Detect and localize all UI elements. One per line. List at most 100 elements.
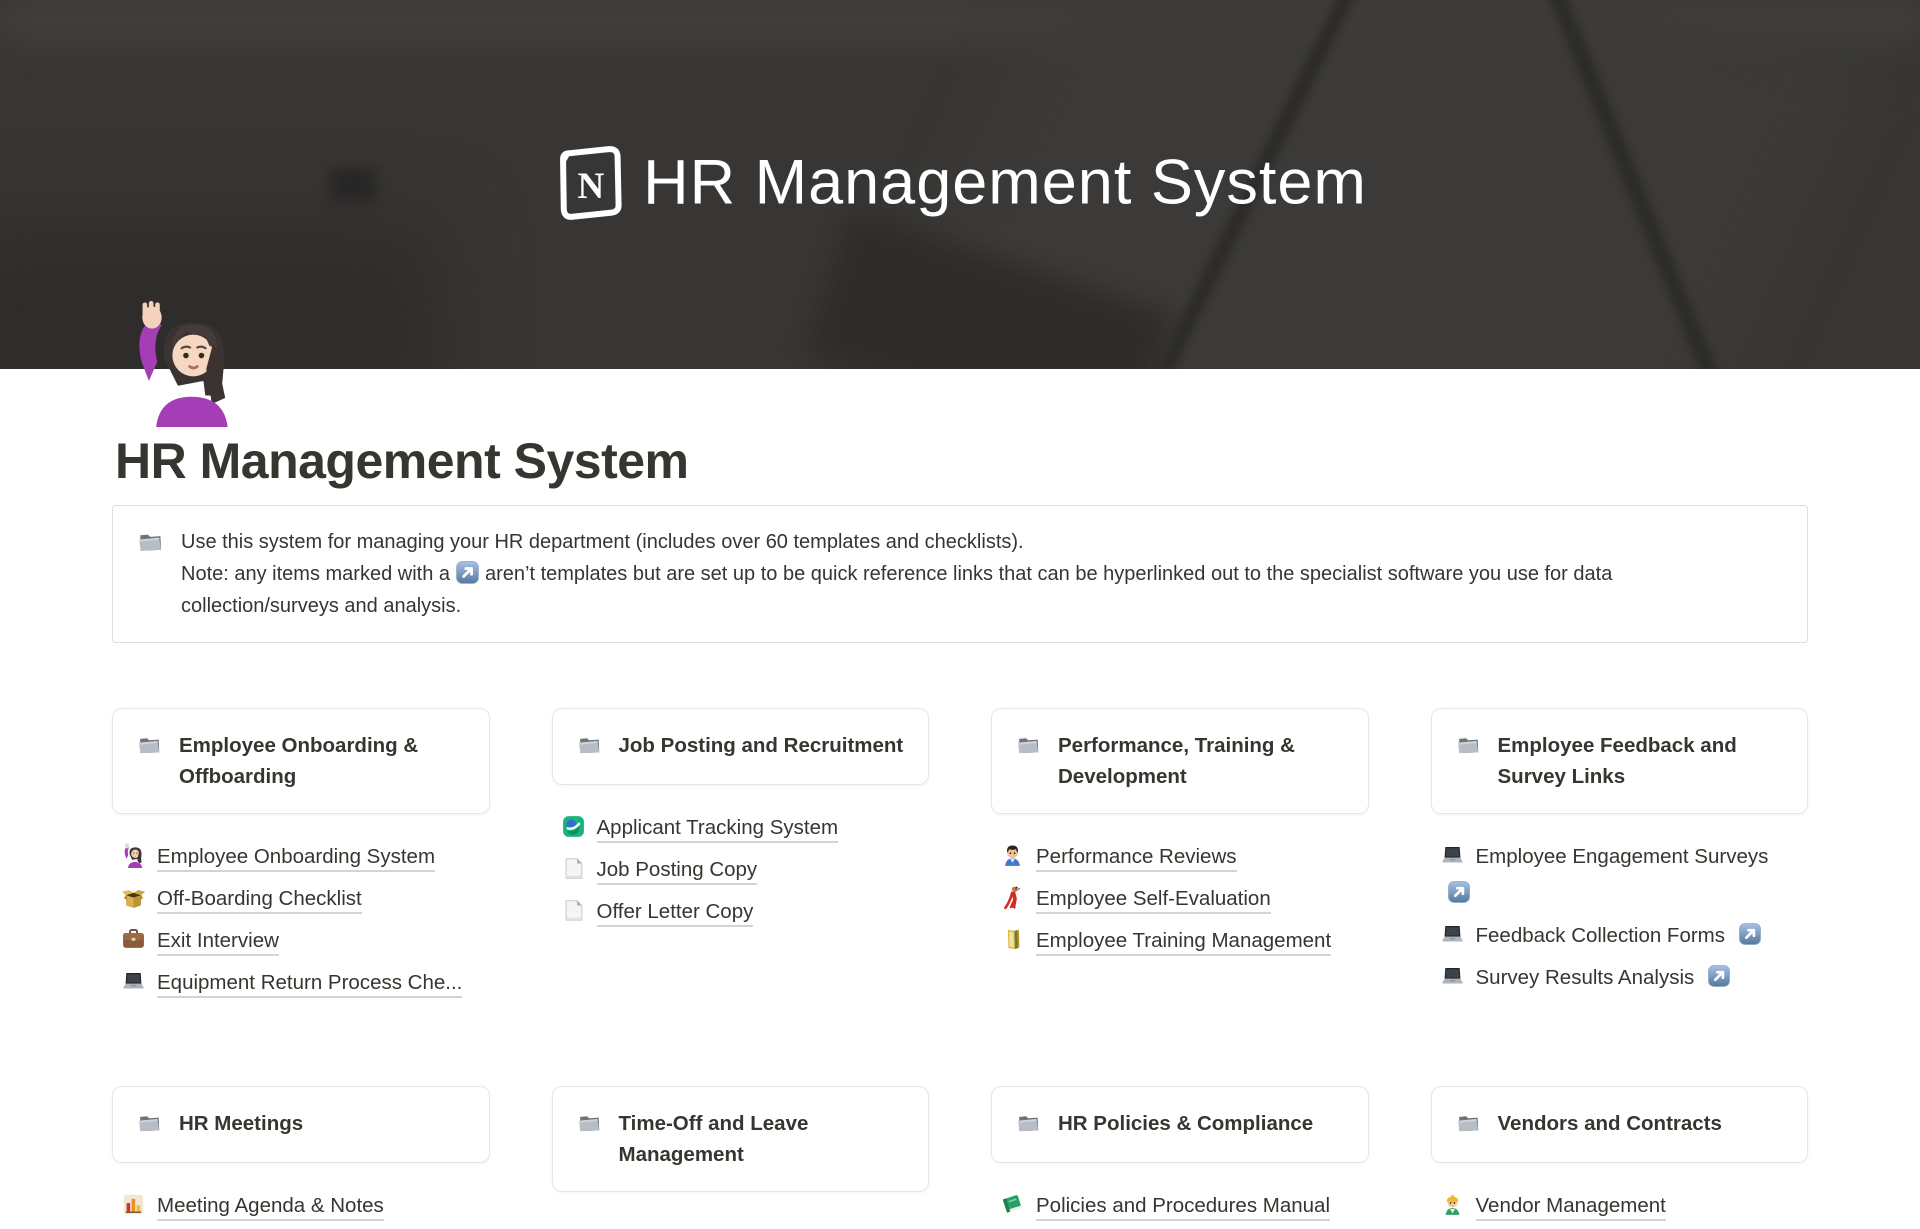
section-links: Meeting Agenda & Notes — [112, 1187, 490, 1224]
folder-icon — [137, 526, 164, 622]
page-link-label: Off-Boarding Checklist — [157, 887, 362, 914]
sections-grid: Employee Onboarding & Offboarding Employ… — [112, 708, 1808, 1229]
briefcase-icon — [121, 929, 157, 952]
cover-photo-detail — [330, 168, 376, 202]
section-column: Time-Off and Leave Management — [552, 1086, 930, 1229]
page-link[interactable]: Employee Training Management — [1000, 922, 1369, 959]
cover-title-row: N HR Management System — [553, 142, 1367, 222]
section-header-card: Employee Onboarding & Offboarding — [112, 708, 490, 814]
page-link-label: Vendor Management — [1476, 1194, 1666, 1221]
folder-icon — [577, 1108, 602, 1141]
page-link[interactable]: Employee Self-Evaluation — [1000, 880, 1369, 917]
svg-text:N: N — [577, 166, 604, 207]
folder-icon — [1456, 1108, 1481, 1141]
section-title: Vendors and Contracts — [1498, 1108, 1722, 1139]
page-link[interactable]: Vendor Management — [1440, 1187, 1809, 1224]
page-link-label: Offer Letter Copy — [597, 900, 754, 927]
section-header-card: Job Posting and Recruitment — [552, 708, 930, 785]
section-title: Time-Off and Leave Management — [619, 1108, 905, 1170]
section-column: Employee Feedback and Survey Links Emplo… — [1431, 708, 1809, 1006]
section-column: Vendors and Contracts Vendor Management — [1431, 1086, 1809, 1229]
laptop-icon — [1440, 966, 1476, 989]
arrow-up-right-icon — [1440, 882, 1471, 905]
section-header-card: HR Meetings — [112, 1086, 490, 1163]
page-link[interactable]: Job Posting Copy — [561, 851, 930, 888]
construction-worker-icon — [1440, 1194, 1476, 1217]
section-header-card: Vendors and Contracts — [1431, 1086, 1809, 1163]
page-title: HR Management System — [115, 431, 1808, 491]
page-link[interactable]: Applicant Tracking System — [561, 809, 930, 846]
page-link[interactable]: Off-Boarding Checklist — [121, 880, 490, 917]
open-box-icon — [121, 887, 157, 910]
page-link-label: Employee Engagement Surveys — [1476, 845, 1769, 868]
section-column: Job Posting and Recruitment Applicant Tr… — [552, 708, 930, 1006]
arrow-up-right-icon — [450, 563, 485, 585]
page-link[interactable]: Employee Onboarding System — [121, 838, 490, 875]
section-links: Employee Onboarding System Off-Boarding … — [112, 838, 490, 1001]
section-header-card: Performance, Training & Development — [991, 708, 1369, 814]
page-link[interactable]: Offer Letter Copy — [561, 893, 930, 930]
dancer-icon — [1000, 887, 1036, 910]
page-link[interactable]: Policies and Procedures Manual — [1000, 1187, 1369, 1224]
page-link-label: Policies and Procedures Manual — [1036, 1194, 1330, 1221]
section-column: HR Policies & Compliance Policies and Pr… — [991, 1086, 1369, 1229]
section-title: Job Posting and Recruitment — [619, 730, 904, 761]
page-link-label: Job Posting Copy — [597, 858, 758, 885]
woman-raising-hand-icon — [121, 845, 157, 868]
section-header-card: Employee Feedback and Survey Links — [1431, 708, 1809, 814]
cover-image: N HR Management System — [0, 0, 1920, 369]
page-link[interactable]: Meeting Agenda & Notes — [121, 1187, 490, 1224]
arrow-up-right-icon — [1731, 924, 1762, 947]
page-link[interactable]: Exit Interview — [121, 922, 490, 959]
page-link[interactable]: Feedback Collection Forms — [1440, 917, 1809, 954]
training-book-icon — [1000, 929, 1036, 952]
page-content: HR Management System Use this system for… — [112, 369, 1808, 1229]
page-link-label: Survey Results Analysis — [1476, 966, 1695, 989]
section-column: Performance, Training & Development Perf… — [991, 708, 1369, 1006]
folder-icon — [1016, 730, 1041, 763]
page-link[interactable]: Equipment Return Process Che... — [121, 964, 490, 1001]
page-icon — [561, 900, 597, 923]
section-title: HR Meetings — [179, 1108, 303, 1139]
page-link-label: Employee Training Management — [1036, 929, 1331, 956]
green-book-icon — [1000, 1194, 1036, 1217]
callout-note-before: Note: any items marked with a — [181, 563, 450, 585]
folder-icon — [577, 730, 602, 763]
section-column: Employee Onboarding & Offboarding Employ… — [112, 708, 490, 1006]
page-link-label: Employee Onboarding System — [157, 845, 435, 872]
section-header-card: Time-Off and Leave Management — [552, 1086, 930, 1192]
office-worker-icon — [1000, 845, 1036, 868]
folder-icon — [137, 730, 162, 763]
page-link-label: Exit Interview — [157, 929, 279, 956]
section-title: HR Policies & Compliance — [1058, 1108, 1313, 1139]
page-link-label: Performance Reviews — [1036, 845, 1237, 872]
page-link[interactable]: Performance Reviews — [1000, 838, 1369, 875]
laptop-icon — [1440, 845, 1476, 868]
section-links: Employee Engagement Surveys Feedback Col… — [1431, 838, 1809, 996]
bar-chart-icon — [121, 1194, 157, 1217]
arrow-up-right-icon — [1700, 966, 1731, 989]
callout-line1: Use this system for managing your HR dep… — [181, 531, 1024, 553]
callout-text: Use this system for managing your HR dep… — [181, 526, 1771, 622]
section-column: HR Meetings Meeting Agenda & Notes — [112, 1086, 490, 1229]
section-links: Vendor Management — [1431, 1187, 1809, 1224]
page-link-label: Feedback Collection Forms — [1476, 924, 1726, 947]
page-link-label: Equipment Return Process Che... — [157, 971, 462, 998]
section-title: Performance, Training & Development — [1058, 730, 1344, 792]
section-links: Applicant Tracking System Job Posting Co… — [552, 809, 930, 930]
page-link[interactable]: Employee Engagement Surveys — [1440, 838, 1778, 912]
section-links: Policies and Procedures Manual — [991, 1187, 1369, 1224]
ats-app-icon — [561, 816, 597, 839]
page-link-label: Meeting Agenda & Notes — [157, 1194, 384, 1221]
page-link-label: Applicant Tracking System — [597, 816, 839, 843]
section-title: Employee Feedback and Survey Links — [1498, 730, 1784, 792]
callout: Use this system for managing your HR dep… — [112, 505, 1808, 643]
cover-title: HR Management System — [643, 146, 1367, 218]
woman-raising-hand-icon[interactable] — [124, 301, 244, 427]
section-links: Performance Reviews Employee Self-Evalua… — [991, 838, 1369, 959]
section-title: Employee Onboarding & Offboarding — [179, 730, 465, 792]
laptop-icon — [1440, 924, 1476, 947]
laptop-icon — [121, 971, 157, 994]
page-link[interactable]: Survey Results Analysis — [1440, 959, 1809, 996]
page-icon — [561, 858, 597, 881]
